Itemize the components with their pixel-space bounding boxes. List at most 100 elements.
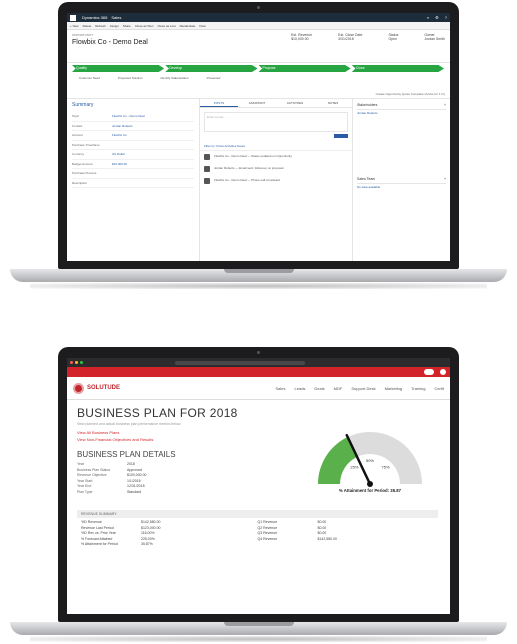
command-button[interactable]: Share [123,24,131,28]
command-button[interactable]: + New [70,24,79,28]
maximize-window-icon[interactable] [80,361,83,364]
activity-item[interactable]: Flowbix Co - Demo Deal — Phone call comp… [200,175,352,187]
command-button[interactable]: Recalculate [180,24,196,28]
nav-sales[interactable]: Sales [111,15,121,20]
activity-icon [204,154,210,160]
minimize-window-icon[interactable] [75,361,78,364]
notification-icon[interactable] [440,369,446,375]
revenue-summary: REVENUE SUMMARY YtD Revenue $142,580.00 Re… [77,510,438,550]
form-value[interactable]: Flowbix Co - Demo Deal [112,112,145,121]
settings-icon[interactable]: ⚙ [435,15,439,20]
stage-field: Proposed Solution [118,76,143,80]
laptop-base [10,269,507,282]
process-stage[interactable]: Develop [165,65,258,72]
menu-item[interactable]: Deals [314,386,324,391]
record-body: Summary Topic Flowbix Co - Demo Deal Conta… [67,99,450,261]
revenue-label: % Attainment for Period [81,542,118,547]
form-row: Account Flowbix Co [72,131,194,141]
command-button[interactable]: Close as Won [135,24,154,28]
timeline-tab[interactable]: POSTS [200,99,238,107]
address-bar[interactable] [175,360,305,365]
close-window-icon[interactable] [70,361,73,364]
activity-item[interactable]: Jordan Roberts — Email sent: follow-up o… [200,163,352,175]
header-stat: Est. Close Date 3/31/2018 [338,33,362,59]
form-row: Purchase Process [72,169,194,179]
timeline-tab[interactable]: NOTES [314,99,352,107]
side-panel-header: Sales Team + [357,176,446,184]
record-type: OPPORTUNITY [72,33,94,37]
process-stage[interactable]: Close [351,65,444,72]
user-menu-icon[interactable] [424,369,434,375]
header-stats: Est. Revenue $10,000.00 Est. Close Date 3/3… [291,33,445,59]
form-value[interactable]: Jordan Roberts [112,122,133,131]
command-button[interactable]: Flow [199,24,205,28]
side-panel-row[interactable]: Jordan Roberts [357,110,446,116]
timeline-tab[interactable]: ASSISTANT [238,99,276,107]
command-button[interactable]: Refresh [95,24,106,28]
laptop-notch [223,622,294,626]
add-icon[interactable]: + [444,176,446,183]
add-note-button[interactable] [334,134,348,138]
activity-item[interactable]: Flowbix Co - Demo Deal — Status updated … [200,151,352,163]
summary-column: Summary Topic Flowbix Co - Demo Deal Conta… [67,99,200,261]
timeline-filters[interactable]: Filter by: Posts Activities Notes [200,140,352,151]
menu-item[interactable]: Support Desk [351,386,375,391]
command-button[interactable]: Assign [110,24,119,28]
note-input[interactable]: Enter a note... [204,112,348,132]
revenue-header: REVENUE SUMMARY [77,510,438,518]
add-icon[interactable]: + [444,102,446,109]
activity-text: Flowbix Co - Demo Deal — Status updated … [214,154,292,158]
revenue-left-column: YtD Revenue $142,580.00 Revenue Last Perio… [81,520,258,548]
app-grid-icon[interactable] [70,14,76,21]
form-row: Contact Jordan Roberts [72,122,194,131]
header-stat: Status Open [388,33,398,59]
stage-field: Identify Stakeholders [160,76,189,80]
revenue-right-column: Q1 Revenue $0.00 Q2 Revenue $0.00 Q3 Revenue… [258,520,435,548]
status-line: Create Opportunity Quote Complete (Activ… [67,92,450,99]
solutude-screen: SOLUTUDE Sales Leads Deals MDF Support Desk M… [67,358,450,614]
side-panel-title: Sales Team [357,177,376,181]
header-stat-value: Jordan Smith [424,37,445,41]
menu-item[interactable]: Certif [434,386,444,391]
header-stat-value: Open [388,37,397,41]
form-value[interactable]: $10,000.00 [112,160,127,169]
process-stage[interactable]: Qualify [72,65,165,72]
laptop-shadow [30,283,487,289]
form-value[interactable]: Flowbix Co [112,131,127,140]
form-row: Currency US Dollar [72,150,194,160]
brand-logo[interactable]: SOLUTUDE [73,382,120,394]
gauge-tick-label: 25% [350,464,358,469]
menu-item[interactable]: Sales [276,386,286,391]
side-panel: Stakeholders + Jordan Roberts [357,102,446,116]
page-title: BUSINESS PLAN FOR 2018 [77,406,238,420]
menu-item[interactable]: MDF [334,386,343,391]
side-panel-row[interactable]: No data available [357,184,446,190]
activity-text: Flowbix Co - Demo Deal — Phone call comp… [214,178,280,182]
side-column: Stakeholders + Jordan Roberts Sales Team + No… [353,99,450,261]
activity-icon [204,166,210,172]
form-value[interactable]: US Dollar [112,150,125,159]
form-row: Description [72,179,194,188]
menu-item[interactable]: Training [411,386,425,391]
command-button[interactable]: Delete [83,24,92,28]
revenue-value: 35.87% [141,542,153,547]
form-label: Contact [72,123,83,128]
camera [257,6,260,9]
gauge-hub [367,481,373,487]
form-row: Purchase Timeframe [72,141,194,150]
top-banner [67,367,450,377]
command-button[interactable]: Close as Lost [157,24,175,28]
process-stage[interactable]: Propose [258,65,351,72]
form-row: Topic Flowbix Co - Demo Deal [72,112,194,122]
form-label: Budget Amount [72,161,93,166]
gauge-tick-label: 50% [366,458,374,463]
revenue-label: Q4 Revenue [257,536,278,541]
help-icon[interactable]: ? [445,15,447,20]
header-stat-value: $10,000.00 [291,37,309,41]
search-icon[interactable]: ⌕ [427,15,429,20]
timeline-tab[interactable]: ACTIVITIES [276,99,314,107]
summary-header: Summary [72,102,94,108]
form-label: Purchase Process [72,171,97,175]
menu-item[interactable]: Leads [295,386,306,391]
menu-item[interactable]: Marketing [385,386,403,391]
